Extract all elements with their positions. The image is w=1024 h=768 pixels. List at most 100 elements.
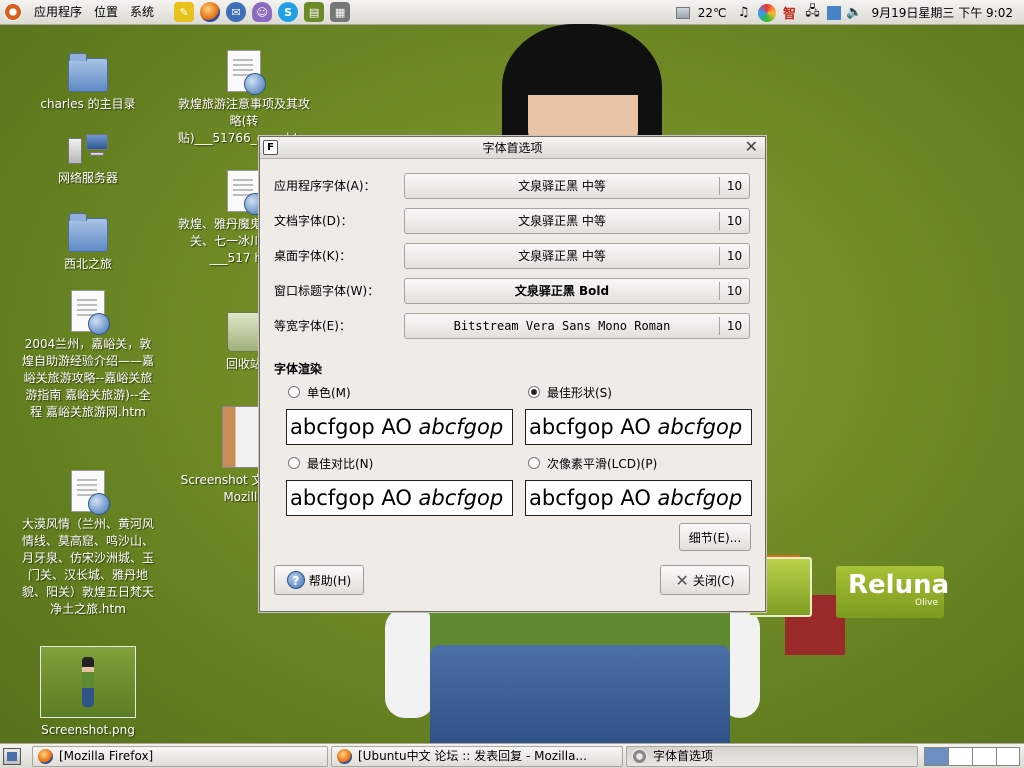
font-label: 桌面字体(K)：	[274, 249, 352, 263]
firefox-icon[interactable]	[200, 2, 221, 22]
sample-subpixel-lcd[interactable]: abcfgop AO abcfgop	[525, 480, 752, 516]
font-name: 文泉驿正黑 中等	[518, 214, 606, 228]
update-icon[interactable]	[826, 5, 841, 20]
workspace-1[interactable]	[925, 748, 949, 765]
stardict-icon[interactable]	[757, 3, 776, 22]
radio-best-contrast[interactable]: 最佳对比(N)	[288, 454, 373, 472]
radio-label: 次像素平滑(LCD)(P)	[547, 456, 658, 471]
calculator-icon[interactable]: ▦	[330, 2, 351, 22]
sample-text-italic: abcfgop	[657, 486, 743, 510]
desktop-icon-html-desert[interactable]: 大漠风情（兰州、黄河风情线、莫高窟、鸣沙山、月牙泉、仿宋沙洲城、玉门关、汉长城、…	[8, 470, 168, 618]
font-label: 文档字体(D)：	[274, 214, 353, 228]
font-row-window-title: 窗口标题字体(W)： 文泉驿正黑 Bold 10	[274, 278, 752, 304]
weather-temperature[interactable]: 22℃	[695, 6, 730, 20]
radio-best-shape[interactable]: 最佳形状(S)	[528, 383, 612, 401]
radio-button[interactable]	[288, 386, 300, 398]
radio-button-selected[interactable]	[528, 386, 540, 398]
skype-icon[interactable]: S	[278, 2, 299, 22]
weather-icon[interactable]	[675, 6, 690, 19]
desktop-icon-network-server[interactable]: 网络服务器	[8, 134, 168, 187]
desktop-icon-home[interactable]: charles 的主目录	[8, 52, 168, 113]
window-close-icon[interactable]: ✕	[745, 137, 758, 157]
workspace-2[interactable]	[949, 748, 973, 765]
html-document-icon	[227, 50, 266, 95]
taskbar-item-forum[interactable]: [Ubuntu中文 论坛 :: 发表回复 - Mozilla...	[331, 746, 623, 767]
pidgin-icon[interactable]: ☺	[252, 2, 273, 22]
font-name: 文泉驿正黑 Bold	[514, 284, 610, 298]
html-document-icon	[71, 470, 110, 515]
volume-icon[interactable]: 🔈	[846, 4, 864, 22]
home-folder-icon	[68, 53, 108, 92]
trash-icon	[227, 312, 261, 352]
help-button-label: 帮助(H)	[308, 573, 352, 588]
font-name: Bitstream Vera Sans Mono Roman	[453, 319, 671, 333]
sample-best-shape[interactable]: abcfgop AO abcfgop	[525, 409, 752, 445]
screenshot-thumbnail-icon	[40, 646, 136, 718]
close-button[interactable]: ✕ 关闭(C)	[660, 565, 750, 595]
desktop-icon-screenshot[interactable]: Screenshot.png	[32, 646, 144, 739]
menu-places[interactable]: 位置	[88, 0, 124, 25]
workspace-switcher[interactable]	[924, 747, 1020, 766]
firefox-icon	[337, 749, 352, 764]
font-size: 10	[719, 177, 749, 195]
font-rendering-heading: 字体渲染	[274, 362, 323, 376]
desktop-icon-northwest-trip[interactable]: 西北之旅	[8, 212, 168, 273]
desktop-icon-label: 西北之旅	[63, 257, 112, 271]
firefox-icon	[38, 749, 53, 764]
window-title-font-button[interactable]: 文泉驿正黑 Bold 10	[404, 278, 750, 304]
radio-subpixel-lcd[interactable]: 次像素平滑(LCD)(P)	[528, 454, 657, 472]
music-note-icon[interactable]: ♫	[735, 4, 753, 22]
radio-button[interactable]	[288, 457, 300, 469]
task-label: 字体首选项	[653, 749, 714, 763]
sample-text-regular: abcfgop AO	[529, 415, 658, 439]
desktop-icon-html-dunhuang[interactable]: 敦煌旅游注意事项及其攻略(转贴)___51766_com.htm	[164, 50, 324, 147]
main-menu-bar: 应用程序 位置 系统	[0, 0, 160, 25]
menu-system[interactable]: 系统	[124, 0, 160, 25]
menu-applications[interactable]: 应用程序	[28, 0, 88, 25]
network-icon[interactable]: 🖧	[804, 4, 822, 22]
font-label: 窗口标题字体(W)：	[274, 284, 380, 298]
font-size: 10	[719, 247, 749, 265]
font-row-monospace: 等宽字体(E)： Bitstream Vera Sans Mono Roman …	[274, 313, 752, 339]
font-size: 10	[719, 317, 749, 335]
application-font-button[interactable]: 文泉驿正黑 中等 10	[404, 173, 750, 199]
desktop-icon-label: 2004兰州，嘉峪关，敦煌自助游经验介绍——嘉峪关旅游攻略--嘉峪关旅游指南 嘉…	[21, 337, 154, 419]
help-button[interactable]: ? 帮助(H)	[274, 565, 364, 595]
font-label: 应用程序字体(A)：	[274, 179, 376, 193]
font-name: 文泉驿正黑 中等	[518, 179, 606, 193]
close-icon: ✕	[675, 570, 689, 590]
sample-text-regular: abcfgop AO	[529, 486, 658, 510]
document-font-button[interactable]: 文泉驿正黑 中等 10	[404, 208, 750, 234]
font-name: 文泉驿正黑 中等	[518, 249, 606, 263]
close-button-label: 关闭(C)	[692, 573, 735, 588]
dictionary-icon[interactable]: ▤	[304, 2, 325, 22]
desktop-icon-html-lanzhou[interactable]: 2004兰州，嘉峪关，敦煌自助游经验介绍——嘉峪关旅游攻略--嘉峪关旅游指南 嘉…	[8, 290, 168, 421]
radio-label: 单色(M)	[307, 385, 351, 400]
task-label: [Ubuntu中文 论坛 :: 发表回复 - Mozilla...	[358, 749, 587, 763]
monospace-font-button[interactable]: Bitstream Vera Sans Mono Roman 10	[404, 313, 750, 339]
window-menu-icon[interactable]: F	[263, 140, 278, 155]
scim-input-icon[interactable]: 智	[781, 4, 799, 22]
network-server-icon	[66, 134, 110, 166]
sample-text-italic: abcfgop	[657, 415, 743, 439]
details-button[interactable]: 细节(E)...	[679, 523, 751, 551]
system-tray: 22℃ ♫ 智 🖧 🔈 9月19日星期三 下午 9:02	[675, 0, 1024, 25]
help-icon: ?	[286, 571, 305, 589]
ubuntu-logo-icon[interactable]	[4, 3, 22, 21]
show-desktop-icon[interactable]	[3, 748, 21, 765]
workspace-3[interactable]	[973, 748, 997, 765]
clock[interactable]: 9月19日星期三 下午 9:02	[869, 4, 1016, 21]
radio-monochrome[interactable]: 单色(M)	[288, 383, 351, 401]
dialog-titlebar[interactable]: F 字体首选项 ✕	[260, 137, 765, 159]
workspace-4[interactable]	[997, 748, 1021, 765]
notes-icon[interactable]: ✎	[174, 2, 195, 22]
sample-monochrome[interactable]: abcfgop AO abcfgop	[286, 409, 513, 445]
email-icon[interactable]: ✉	[226, 2, 247, 22]
desktop-font-button[interactable]: 文泉驿正黑 中等 10	[404, 243, 750, 269]
radio-button[interactable]	[528, 457, 540, 469]
sample-best-contrast[interactable]: abcfgop AO abcfgop	[286, 480, 513, 516]
font-row-application: 应用程序字体(A)： 文泉驿正黑 中等 10	[274, 173, 752, 199]
taskbar-item-firefox[interactable]: [Mozilla Firefox]	[32, 746, 328, 767]
taskbar-item-font-preferences[interactable]: 字体首选项	[626, 746, 918, 767]
brand-name: Reluna	[848, 570, 950, 600]
